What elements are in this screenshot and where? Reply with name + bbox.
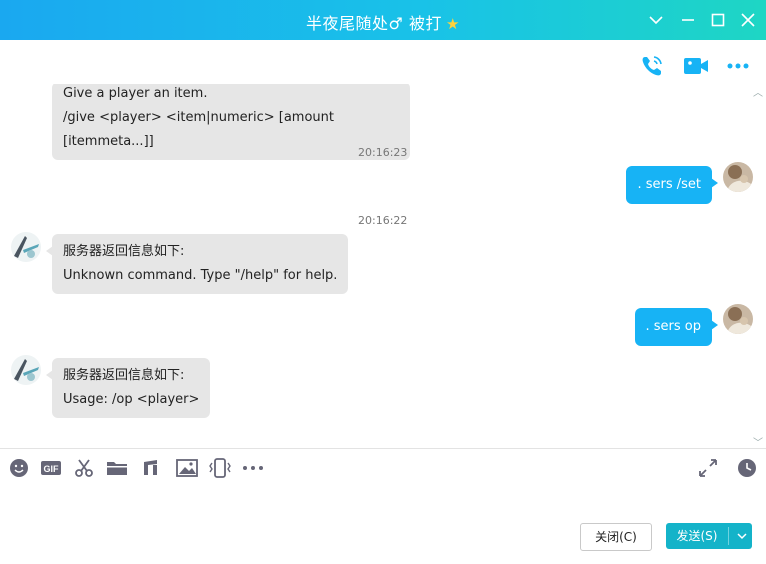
- timestamp: 20:16:22: [358, 214, 408, 227]
- window-title-text: 半夜尾随处♂ 被打: [306, 14, 442, 33]
- expand-icon[interactable]: [698, 458, 718, 478]
- phone-call-icon[interactable]: [638, 52, 666, 80]
- send-button[interactable]: 发送(S): [666, 523, 752, 549]
- scissors-icon[interactable]: [74, 458, 94, 478]
- avatar[interactable]: [11, 355, 41, 385]
- avatar[interactable]: [723, 304, 753, 334]
- message-line: Unknown command. Type "/help" for help.: [63, 268, 338, 283]
- video-call-icon[interactable]: [682, 52, 710, 80]
- title-bar: 半夜尾随处♂ 被打 ★: [0, 0, 766, 40]
- timestamp: 20:16:23: [358, 146, 408, 159]
- svg-text:GIF: GIF: [44, 464, 60, 474]
- history-clock-icon[interactable]: [737, 458, 757, 478]
- avatar[interactable]: [11, 232, 41, 262]
- music-icon[interactable]: [141, 458, 161, 478]
- message-line: /give <player> <item|numeric> [amount [i…: [63, 110, 334, 149]
- message-line: Give a player an item.: [63, 86, 208, 101]
- chat-history[interactable]: ︿ Give a player an item. /give <player> …: [0, 84, 766, 448]
- message-bubble-outgoing: . sers /set: [626, 166, 718, 204]
- more-dots-icon[interactable]: [724, 52, 752, 80]
- message-line: 服务器返回信息如下:: [63, 244, 185, 259]
- minimize-icon[interactable]: [676, 8, 700, 32]
- message-line: 服务器返回信息如下:: [63, 368, 185, 383]
- avatar-bot-icon: [11, 232, 41, 262]
- message-line: Usage: /op <player>: [63, 392, 200, 407]
- more-dots-icon[interactable]: [241, 458, 265, 478]
- message-bubble-incoming: 服务器返回信息如下: Unknown command. Type "/help"…: [45, 234, 349, 294]
- star-icon: ★: [445, 15, 460, 33]
- message-bubble-incoming: 服务器返回信息如下: Usage: /op <player>: [45, 358, 211, 418]
- message-input[interactable]: [0, 486, 766, 516]
- chevron-down-icon[interactable]: [644, 8, 668, 32]
- gif-icon[interactable]: GIF: [40, 458, 62, 478]
- folder-icon[interactable]: [106, 458, 128, 478]
- image-icon[interactable]: [176, 458, 198, 478]
- maximize-icon[interactable]: [706, 8, 730, 32]
- close-icon[interactable]: [736, 8, 760, 32]
- send-button-label: 发送(S): [676, 529, 718, 543]
- emoji-icon[interactable]: [9, 458, 29, 478]
- close-button[interactable]: 关闭(C): [580, 523, 652, 551]
- avatar-bot-icon: [11, 355, 41, 385]
- phone-shake-icon[interactable]: [208, 458, 232, 478]
- avatar[interactable]: [723, 162, 753, 192]
- send-button-separator: [728, 527, 729, 545]
- avatar-self-icon: [723, 304, 753, 334]
- send-options-chevron-icon[interactable]: [732, 523, 752, 549]
- input-divider: [0, 448, 766, 449]
- avatar-self-icon: [723, 162, 753, 192]
- scroll-down-icon[interactable]: ﹀: [753, 434, 763, 448]
- close-button-label: 关闭(C): [595, 530, 637, 544]
- message-bubble-incoming: Give a player an item. /give <player> <i…: [52, 84, 410, 160]
- message-bubble-outgoing: . sers op: [634, 308, 718, 346]
- scroll-up-icon[interactable]: ︿: [753, 84, 763, 99]
